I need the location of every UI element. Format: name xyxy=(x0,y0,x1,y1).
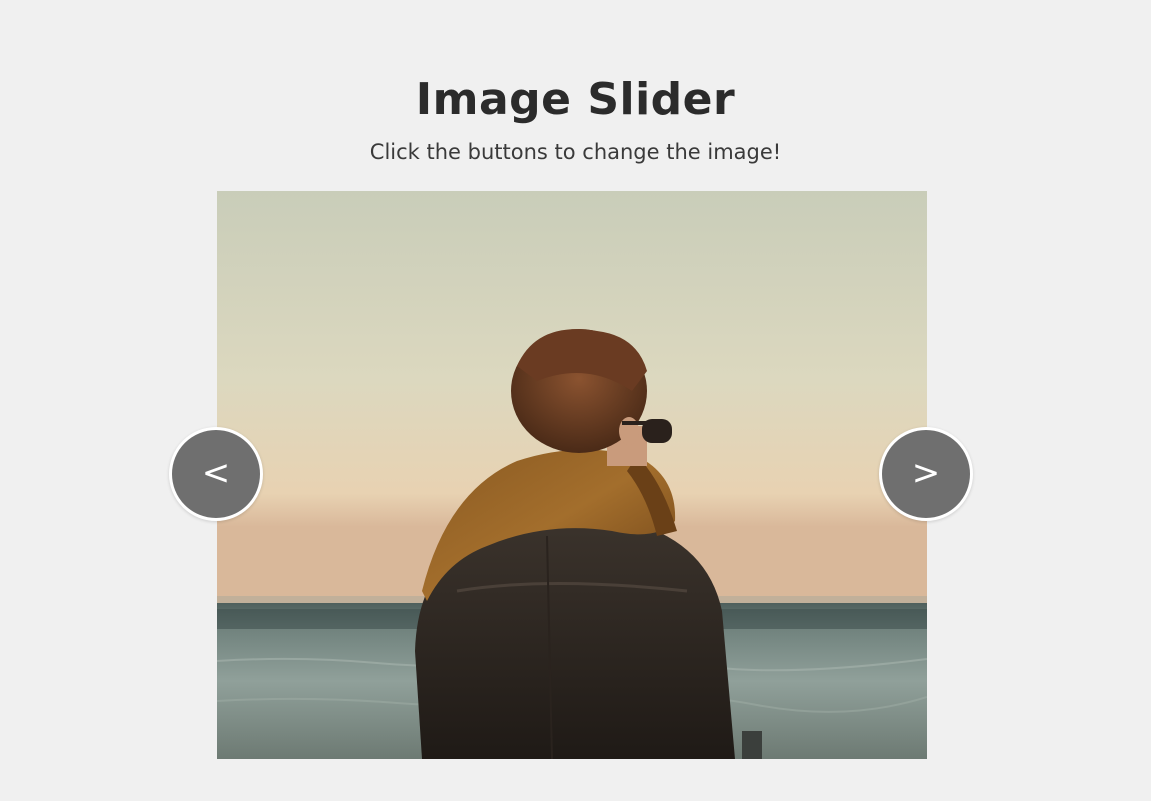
image-slider xyxy=(217,191,927,759)
slide-image xyxy=(217,191,927,759)
page: Image Slider Click the buttons to change… xyxy=(0,0,1151,801)
next-slide-button[interactable]: > xyxy=(879,427,973,521)
previous-slide-button[interactable]: < xyxy=(169,427,263,521)
page-subtitle: Click the buttons to change the image! xyxy=(369,140,782,164)
page-title: Image Slider xyxy=(415,74,736,125)
